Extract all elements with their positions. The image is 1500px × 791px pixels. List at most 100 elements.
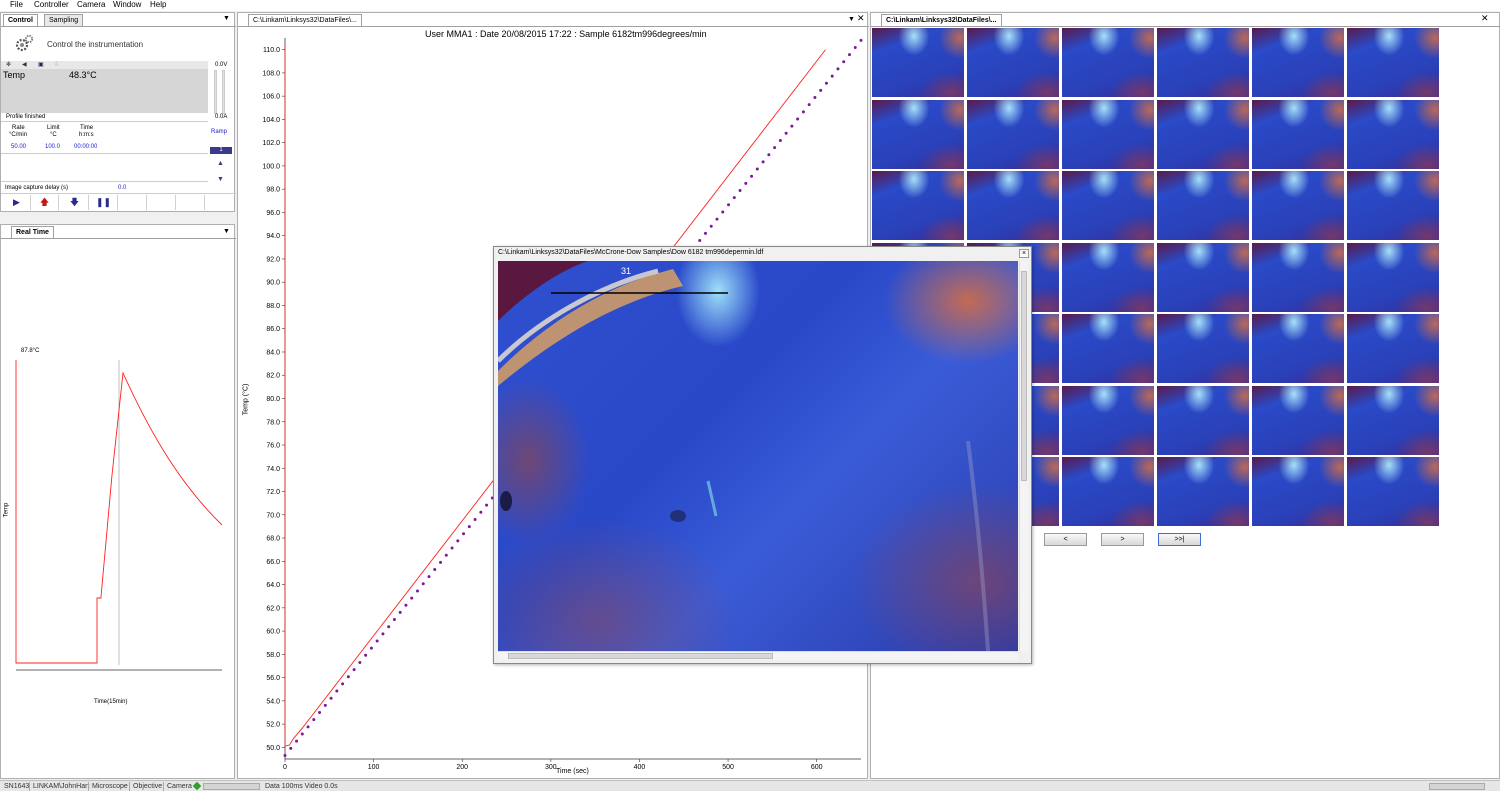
x-tick-label: 500: [722, 764, 734, 771]
empty-button[interactable]: [177, 195, 205, 210]
y-tick-label: 82.0: [266, 373, 280, 380]
thumbnail-image[interactable]: [1157, 314, 1249, 383]
thumbnail-image[interactable]: [1157, 171, 1249, 240]
vertical-scrollbar[interactable]: [1019, 261, 1028, 651]
thumbnail-image[interactable]: [1347, 28, 1439, 97]
monitor-icon[interactable]: ▣: [38, 61, 44, 68]
thumbnail-image[interactable]: [1062, 99, 1154, 169]
separator: [88, 782, 89, 791]
limit-value[interactable]: 100.0: [45, 144, 60, 150]
tab-image-files[interactable]: C:\Linkam\Linksys32\DataFiles\...: [881, 14, 1002, 26]
series-dot: [801, 110, 805, 114]
realtime-panel: Real Time ▼ 87.8°C Temp Time(15min): [0, 224, 236, 779]
thumbnail-image[interactable]: [1347, 99, 1439, 169]
divider: [1, 26, 236, 27]
menu-file[interactable]: File: [10, 0, 23, 10]
thumbnail-image[interactable]: [1157, 457, 1249, 526]
rate-header: Rate: [12, 125, 25, 131]
thumbnail-image[interactable]: [1062, 242, 1154, 312]
horizontal-scrollbar[interactable]: [498, 651, 1018, 660]
series-dot: [732, 196, 736, 200]
series-dot: [364, 653, 368, 657]
back-icon[interactable]: ◀: [22, 61, 27, 68]
y-tick-label: 68.0: [266, 536, 280, 543]
download-icon[interactable]: ⇩: [54, 61, 59, 68]
series-dot: [462, 532, 466, 536]
thumbnail-image[interactable]: [967, 28, 1059, 97]
thumbnail-image[interactable]: [1157, 242, 1249, 312]
close-icon[interactable]: ✕: [1481, 13, 1489, 24]
image-window-title: C:\Linkam\Linksys32\DataFiles\McCrone-Do…: [498, 249, 764, 256]
thumbnail-image[interactable]: [872, 28, 964, 97]
capture-delay-value[interactable]: 0.0: [118, 185, 126, 191]
series-dot: [738, 188, 742, 192]
settings-icon[interactable]: ✻: [6, 61, 11, 68]
empty-button[interactable]: [119, 195, 147, 210]
ramp-number-badge[interactable]: 1: [210, 147, 232, 154]
thumbnail-image[interactable]: [967, 99, 1059, 169]
panel-description: Control the instrumentation: [47, 40, 144, 49]
y-tick-label: 78.0: [266, 419, 280, 426]
thumbnail-image[interactable]: [1157, 28, 1249, 97]
thumbnail-image[interactable]: [1062, 457, 1154, 526]
thumbnail-image[interactable]: [1157, 99, 1249, 169]
series-dot: [283, 754, 287, 758]
thumbnail-image[interactable]: [872, 171, 964, 240]
menu-help[interactable]: Help: [150, 0, 166, 10]
rate-value[interactable]: 50.00: [11, 144, 26, 150]
thumbnail-image[interactable]: [1062, 314, 1154, 383]
ramp-up-icon[interactable]: ▲: [217, 160, 224, 167]
thumbnail-image[interactable]: [1252, 28, 1344, 97]
heat-up-button[interactable]: 🡅: [31, 195, 59, 210]
thumbnail-image[interactable]: [1252, 314, 1344, 383]
empty-button[interactable]: [148, 195, 176, 210]
series-dot: [387, 625, 391, 629]
menu-window[interactable]: Window: [113, 0, 141, 10]
last-button[interactable]: >>|: [1158, 533, 1201, 546]
thumbnail-image[interactable]: [1062, 28, 1154, 97]
close-button[interactable]: ×: [1019, 249, 1029, 258]
realtime-plot: [15, 360, 223, 671]
thumbnail-image[interactable]: [1252, 457, 1344, 526]
thumbnail-image[interactable]: [1062, 385, 1154, 455]
y-tick-label: 70.0: [266, 512, 280, 519]
thumbnail-image[interactable]: [872, 99, 964, 169]
ramp-label: Ramp: [211, 129, 228, 135]
series-dot: [767, 153, 771, 157]
series-dot: [473, 517, 477, 521]
thumbnail-image[interactable]: [1347, 171, 1439, 240]
play-button[interactable]: ▶: [3, 195, 31, 210]
thumbnail-image[interactable]: [1347, 314, 1439, 383]
thumbnail-image[interactable]: [1252, 242, 1344, 312]
thumbnail-image[interactable]: [967, 171, 1059, 240]
thumbnail-image[interactable]: [1347, 457, 1439, 526]
ramp-down-icon[interactable]: ▼: [217, 176, 224, 183]
thumbnail-image[interactable]: [1062, 171, 1154, 240]
thumbnail-image[interactable]: [1347, 242, 1439, 312]
panel-menu-chevron-icon[interactable]: ▼: [223, 15, 230, 22]
thumbnail-image[interactable]: [1157, 385, 1249, 455]
menu-controller[interactable]: Controller: [34, 0, 69, 10]
series-dot: [329, 696, 333, 700]
voltage-value: 0.0V: [215, 62, 228, 68]
tab-sampling[interactable]: Sampling: [44, 14, 84, 26]
series-dot: [830, 74, 834, 78]
y-tick-label: 102.0: [262, 140, 280, 147]
temp-value: 48.3°C: [69, 70, 97, 80]
series-dot: [398, 610, 402, 614]
prev-button[interactable]: <: [1044, 533, 1087, 546]
thumbnail-image[interactable]: [1252, 99, 1344, 169]
tab-control[interactable]: Control: [3, 14, 38, 26]
time-value[interactable]: 00:00:00: [74, 144, 97, 150]
pause-button[interactable]: ❚❚: [90, 195, 118, 210]
thumbnail-image[interactable]: [1347, 385, 1439, 455]
cool-down-button[interactable]: 🡇: [61, 195, 89, 210]
image-window[interactable]: C:\Linkam\Linksys32\DataFiles\McCrone-Do…: [493, 246, 1032, 664]
voltage-meter: [214, 70, 217, 114]
thumbnail-image[interactable]: [1252, 385, 1344, 455]
next-button[interactable]: >: [1101, 533, 1144, 546]
scale-bar-label: 31: [621, 266, 632, 276]
thumbnail-image[interactable]: [1252, 171, 1344, 240]
menu-camera[interactable]: Camera: [77, 0, 105, 10]
separator: [163, 782, 164, 791]
